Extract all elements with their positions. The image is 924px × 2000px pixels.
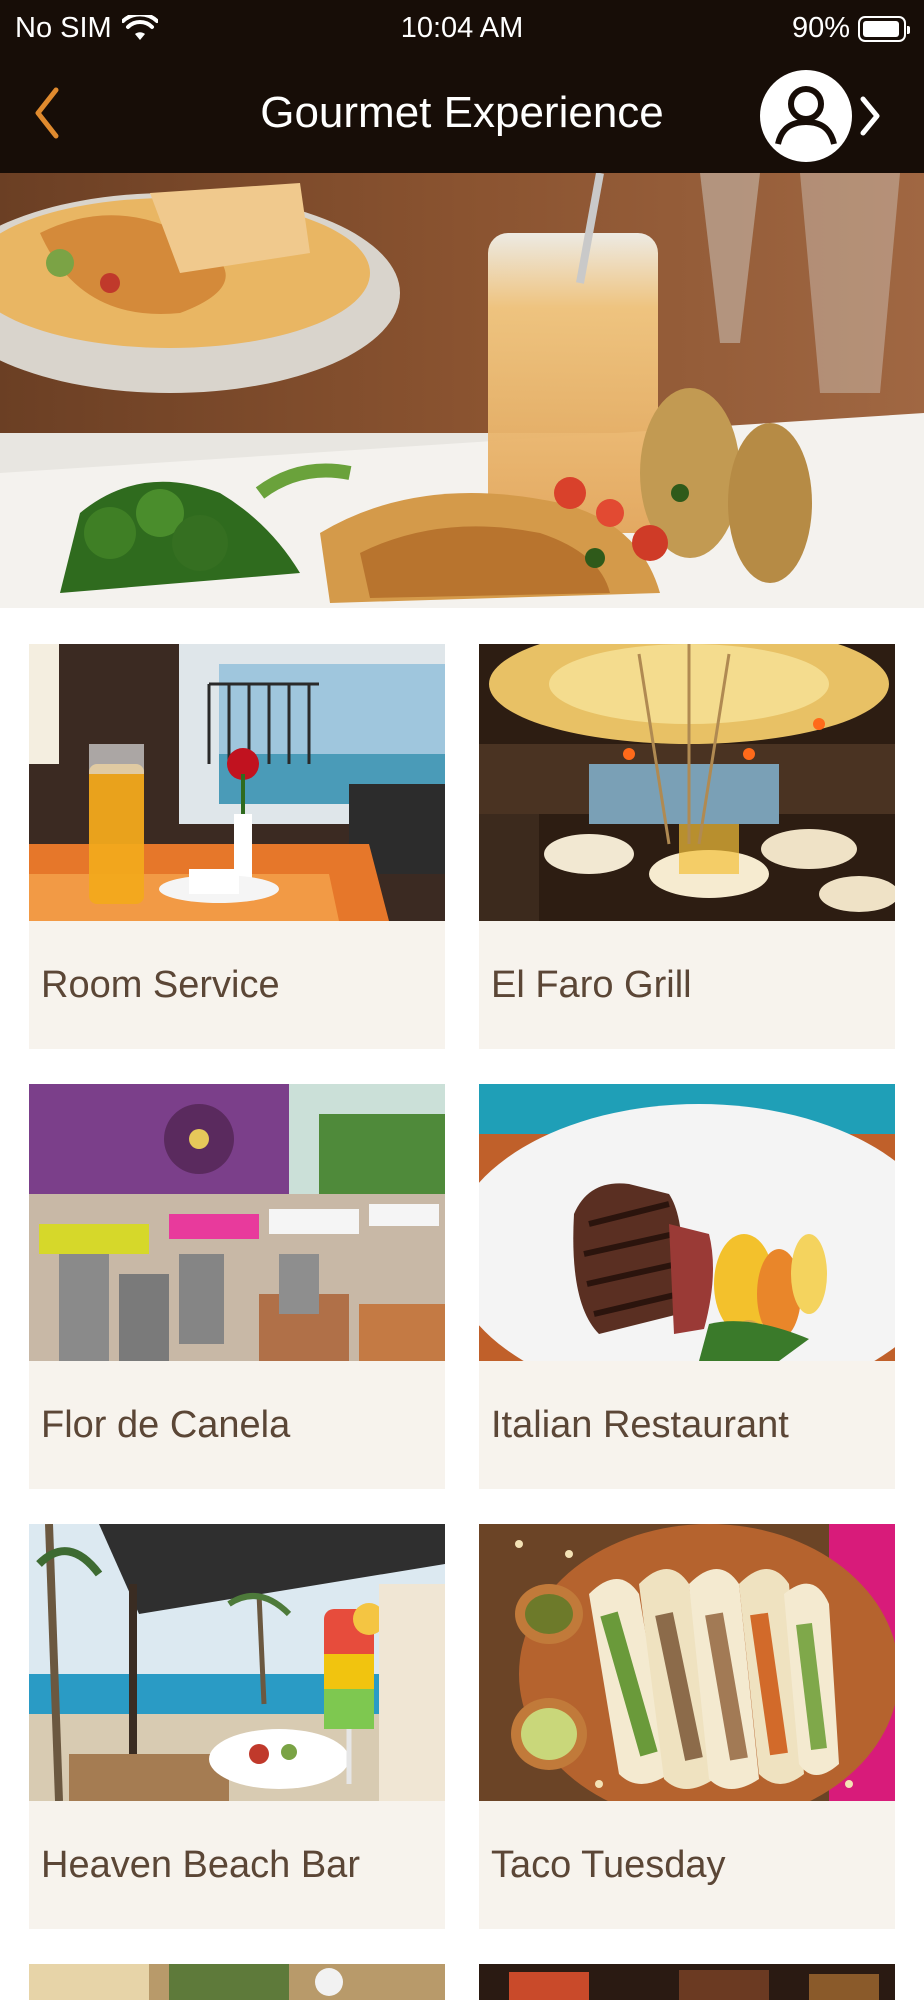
venue-image xyxy=(479,1084,895,1361)
venue-card-partial[interactable] xyxy=(29,1964,445,2000)
venue-name: Room Service xyxy=(41,964,280,1006)
venue-image xyxy=(29,644,445,921)
venue-image xyxy=(479,644,895,921)
venue-card-partial[interactable] xyxy=(479,1964,895,2000)
venue-name: Flor de Canela xyxy=(41,1404,291,1446)
venue-name: Taco Tuesday xyxy=(491,1844,726,1886)
venue-image xyxy=(479,1964,895,2000)
venue-name: Heaven Beach Bar xyxy=(41,1844,360,1886)
user-icon xyxy=(762,72,850,160)
venue-image xyxy=(29,1524,445,1801)
battery-icon xyxy=(858,15,910,42)
venue-card-flor-de-canela[interactable]: Flor de Canela xyxy=(29,1084,445,1489)
hero-image xyxy=(0,173,924,608)
hero-food-photo xyxy=(0,173,924,608)
venue-card-el-faro-grill[interactable]: El Faro Grill xyxy=(479,644,895,1049)
battery-status: 90% xyxy=(791,12,910,45)
avatar xyxy=(760,70,852,162)
navigation-bar: Gourmet Experience xyxy=(0,58,924,173)
venue-image xyxy=(479,1524,895,1801)
venue-card-heaven-beach-bar[interactable]: Heaven Beach Bar xyxy=(29,1524,445,1929)
venue-image xyxy=(29,1084,445,1361)
venue-name: Italian Restaurant xyxy=(491,1404,789,1446)
battery-percent: 90% xyxy=(791,12,850,44)
top-bar: No SIM 10:04 AM 90% Gourmet Experience xyxy=(0,0,924,173)
venue-card-taco-tuesday[interactable]: Taco Tuesday xyxy=(479,1524,895,1929)
venue-card-room-service[interactable]: Room Service xyxy=(29,644,445,1049)
profile-button[interactable] xyxy=(760,70,882,162)
venue-name: El Faro Grill xyxy=(491,964,692,1006)
clock: 10:04 AM xyxy=(400,12,524,44)
venue-card-italian-restaurant[interactable]: Italian Restaurant xyxy=(479,1084,895,1489)
chevron-right-icon xyxy=(860,96,880,136)
venue-image xyxy=(29,1964,445,2000)
status-bar: No SIM 10:04 AM 90% xyxy=(0,0,924,58)
